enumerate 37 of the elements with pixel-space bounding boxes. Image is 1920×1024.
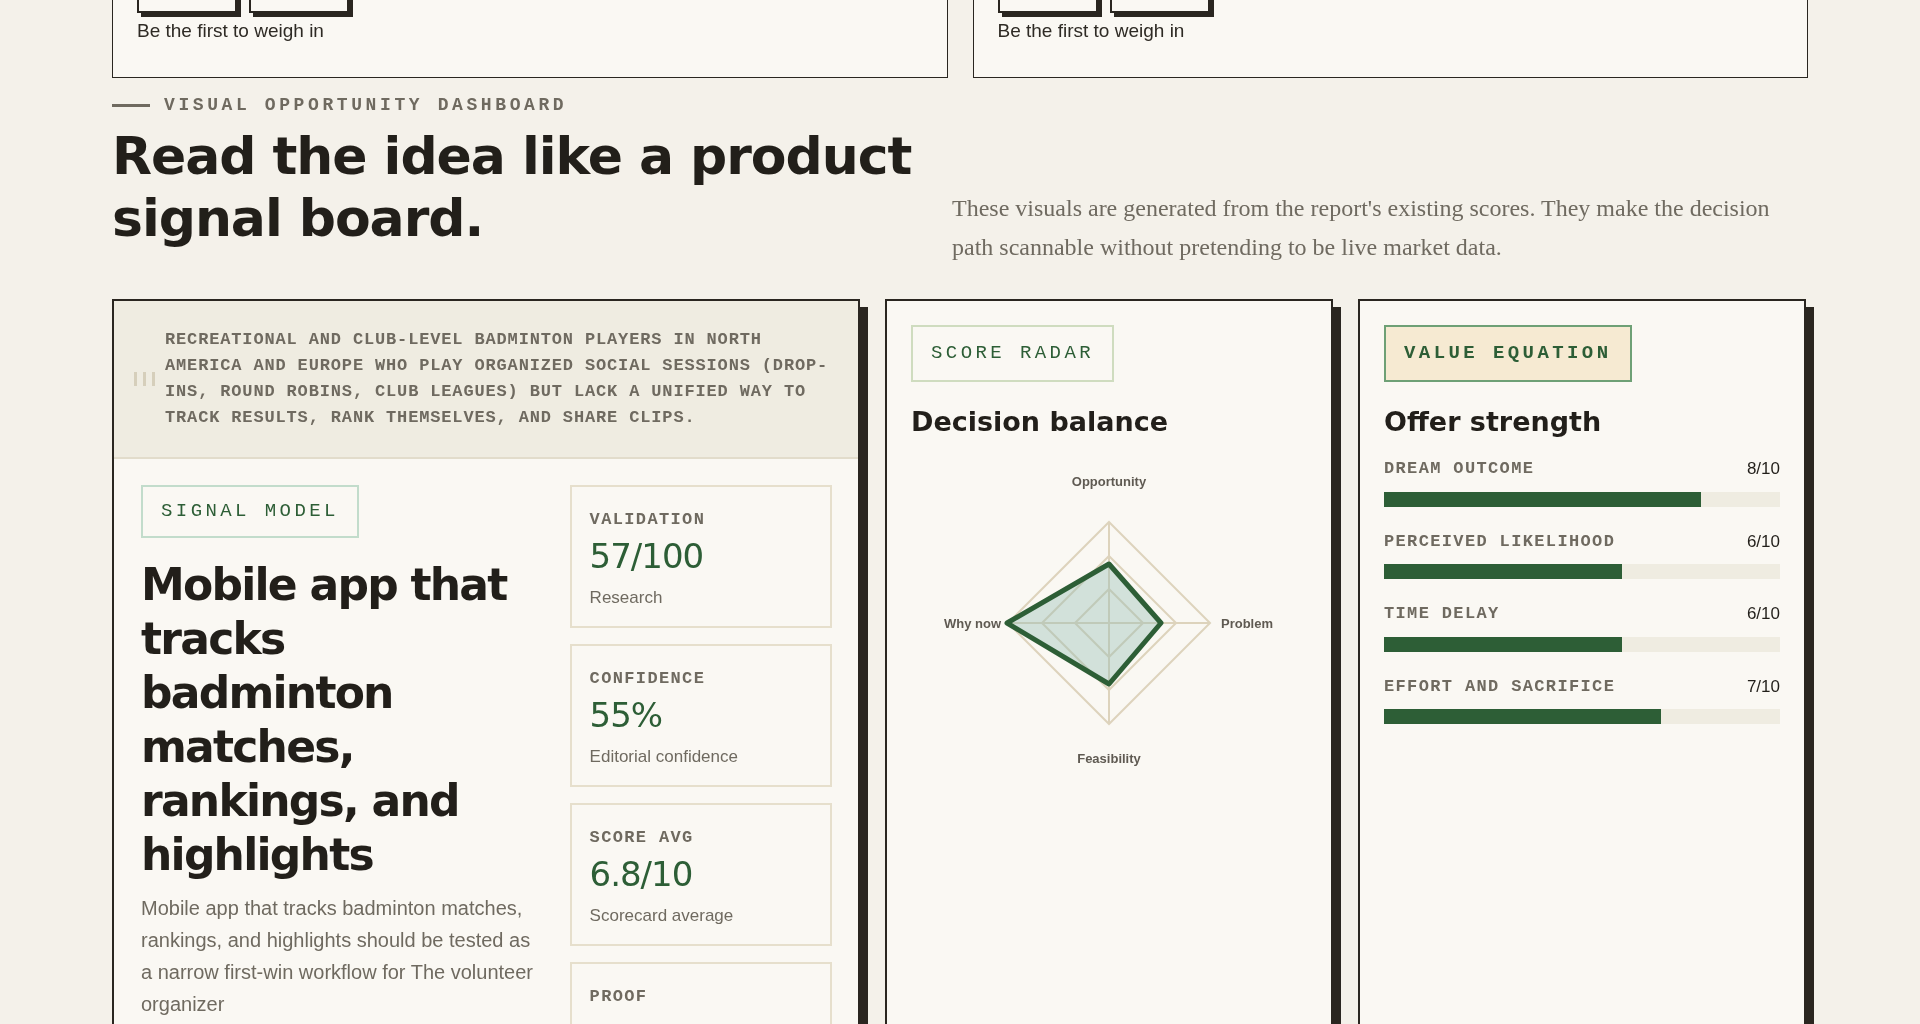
metric-label: PROOF xyxy=(589,986,649,1008)
section-title: Read the idea like a product signal board. xyxy=(112,125,912,249)
bar-label: TIME DELAY xyxy=(1384,603,1500,625)
bar-reading: 8/10 xyxy=(1746,458,1780,480)
axis-label: Why now xyxy=(943,616,1001,631)
card-title: Offer strength xyxy=(1384,404,1603,439)
metric-caption: Editorial confidence xyxy=(589,745,739,768)
signal-model-tag: SIGNAL MODEL xyxy=(141,485,359,538)
metric-label: SCORE AVG xyxy=(589,827,695,849)
bar-reading: 6/10 xyxy=(1746,530,1780,553)
section-intro: These visuals are generated from the report's existing scores. They make the decision path scannable without pretending to be live market data. xyxy=(952,194,1771,262)
metric-label: CONFIDENCE xyxy=(589,668,707,690)
axis-label: Opportunity xyxy=(1071,474,1147,489)
value-equation-tag: VALUE EQUATION xyxy=(1384,325,1632,382)
bar-label: PERCEIVED LIKELIHOOD xyxy=(1384,530,1616,553)
metric-label: VALIDATION xyxy=(589,509,707,531)
card-title: Decision balance xyxy=(911,404,1170,439)
axis-label: Feasibility xyxy=(1077,751,1141,766)
bar-reading: 7/10 xyxy=(1746,675,1780,698)
metric-value: 55% xyxy=(589,693,664,736)
section-eyebrow: VISUAL OPPORTUNITY DASHBOARD xyxy=(164,94,568,117)
bar-label: DREAM OUTCOME xyxy=(1384,458,1535,480)
metric-value: 6.8/10 xyxy=(589,852,694,895)
idea-summary: Mobile app that tracks badminton matches, rankings, and highlights should be tested as a narrow first-win workflow for The volunteer organizer xyxy=(141,895,534,1017)
empty-prompt: Be the first to weigh in xyxy=(997,19,1186,43)
grip-icon[interactable] xyxy=(134,372,155,386)
empty-prompt: Be the first to weigh in xyxy=(137,19,325,43)
score-radar-tag: SCORE RADAR xyxy=(911,325,1115,382)
metric-caption: Scorecard average xyxy=(589,904,735,927)
audience-text: RECREATIONAL AND CLUB-LEVEL BADMINTON PLAYERS IN NORTH AMERICA AND EUROPE WHO PLAY ORGANIZED SOCIAL SESSIONS (DROP-INS, ROUND ROBINS, CLUB LEAGUES) BUT LACK A UNIFIED WAY TO TRACK RESULTS, RANK THEMSELVES, AND SHARE CLIPS. xyxy=(165,329,830,429)
bar-reading: 6/10 xyxy=(1746,603,1780,625)
eyebrow-rule xyxy=(112,104,150,107)
bar-label: EFFORT AND SACRIFICE xyxy=(1384,675,1616,698)
axis-label: Problem xyxy=(1221,616,1273,631)
idea-title: Mobile app that tracks badminton matches, rankings, and highlights xyxy=(141,557,509,882)
metric-value: 57/100 xyxy=(589,534,705,577)
metric-caption: Research xyxy=(589,586,664,609)
